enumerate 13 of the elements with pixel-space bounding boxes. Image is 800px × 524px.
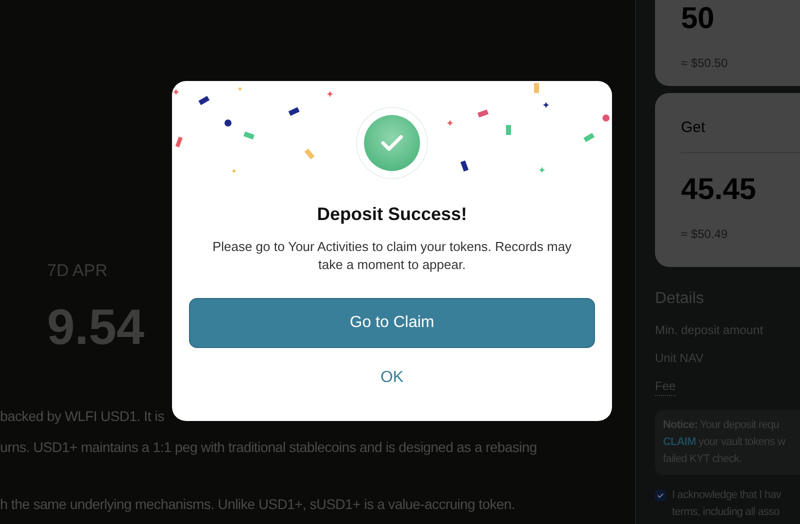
acknowledge-checkbox[interactable] — [655, 490, 666, 501]
get-label: Get — [681, 118, 706, 138]
ok-button[interactable]: OK — [372, 362, 412, 394]
success-icon — [356, 107, 428, 179]
pay-amount: 50 — [681, 4, 716, 34]
description-text: backed by WLFI USD1. It is — [0, 406, 164, 426]
go-to-claim-button[interactable]: Go to Claim — [189, 298, 595, 348]
description-text: urns. USD1+ maintains a 1:1 peg with traditional stablecoins and is designed as a rebasing — [0, 438, 537, 457]
get-amount: 45.45 — [681, 174, 758, 204]
dialog-title: Deposit Success! — [316, 203, 468, 226]
description-text: h the same underlying mechanisms. Unlike USD1+, sUSD1+ is a value-accruing token. — [0, 494, 515, 514]
check-icon — [657, 492, 664, 499]
dialog-message: Please go to Your Activities to claim your tokens. Records may take a moment to appear. — [211, 238, 573, 274]
